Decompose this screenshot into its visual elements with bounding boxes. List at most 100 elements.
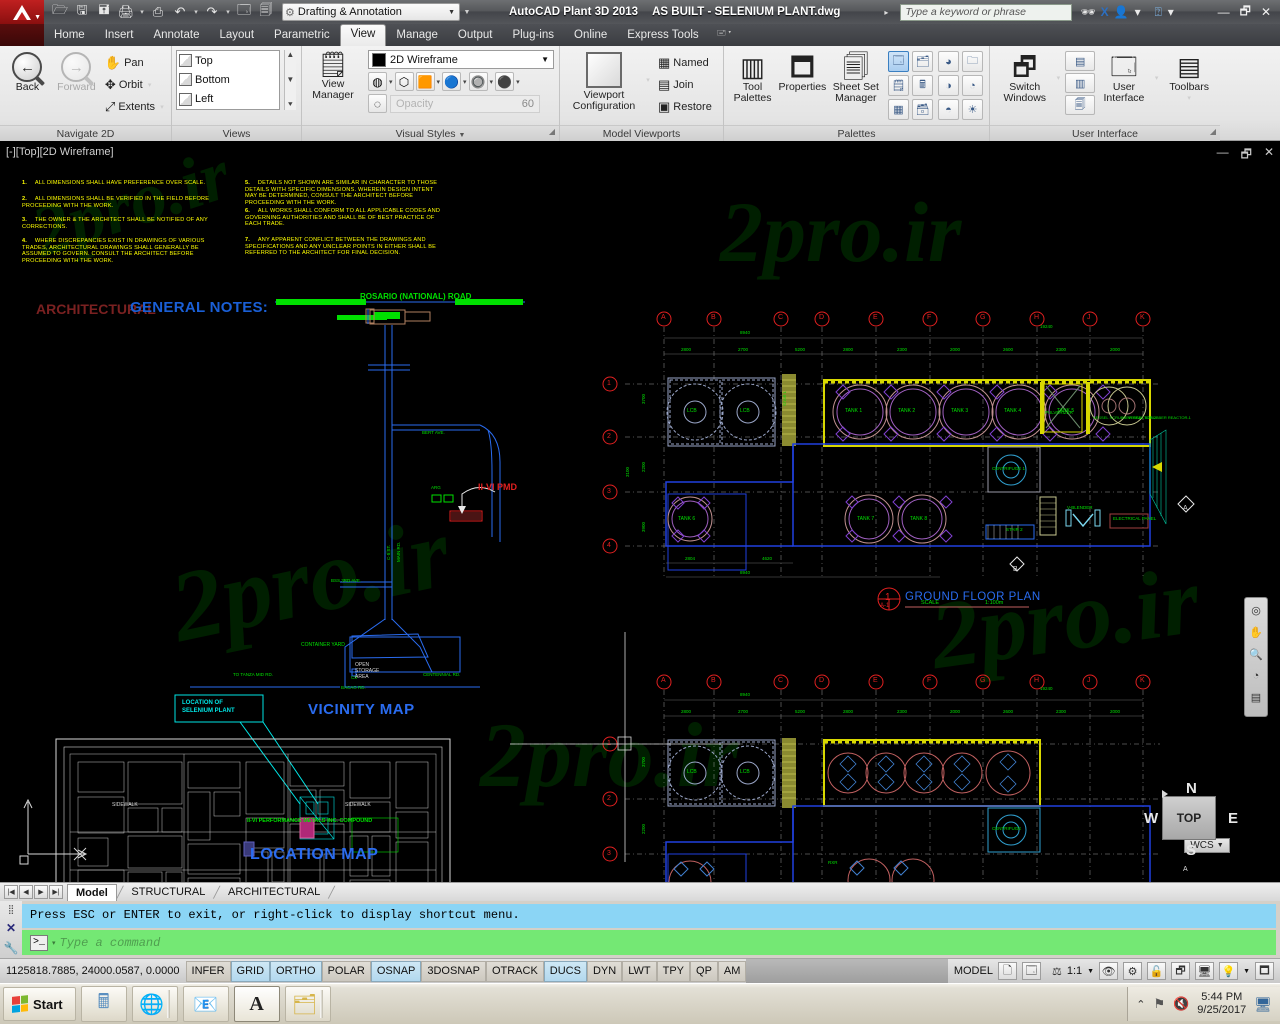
pan-icon[interactable]: ✋ [1249, 626, 1263, 639]
tab-manage[interactable]: Manage [386, 26, 448, 46]
dialog-launcher-icon[interactable]: ◢ [549, 124, 555, 140]
tile-horizontally-icon[interactable]: ▤ [1065, 51, 1095, 71]
chevron-down-icon[interactable]: ▼ [458, 132, 465, 139]
view-item-top[interactable]: Top [177, 51, 279, 70]
clean-screen-icon[interactable]: 💡 [1219, 962, 1238, 980]
toggle-osnap[interactable]: OSNAP [371, 961, 422, 982]
cascade-icon[interactable]: 🗐 [1065, 95, 1095, 115]
orbit-button[interactable]: ✥ Orbit ▾ [105, 74, 166, 95]
tool-palettes-button[interactable]: ▥ Tool Palettes [730, 50, 775, 104]
signin-icon[interactable]: 👤 [1114, 5, 1129, 19]
fullscreen-icon[interactable]: 🗖 [1255, 962, 1274, 980]
visual-style-dropdown[interactable]: 2D Wireframe ▼ [368, 50, 554, 69]
annotation-scale-value[interactable]: 1:1 [1067, 965, 1082, 977]
exchange-icon[interactable]: X [1101, 5, 1109, 19]
taskbar-item-google-chrome[interactable]: 🌐 [132, 986, 178, 1022]
views-scrollbar[interactable]: ▲ ▼ ⯆ [284, 50, 296, 110]
toggle-infer[interactable]: INFER [186, 961, 231, 982]
named-views-list[interactable]: Top Bottom Left [176, 50, 280, 110]
materials-browser-icon[interactable]: ◕ [938, 51, 959, 72]
batch-plot-icon[interactable]: 🗔 [234, 2, 254, 22]
facet-color-icon[interactable]: 🟧 [416, 72, 435, 91]
layout-tab-architectural[interactable]: ARCHITECTURAL [220, 884, 328, 900]
drawing-canvas[interactable]: 2pro.ir 2pro.ir 2pro.ir 2pro.ir 2pro.ir … [0, 142, 1280, 882]
chevron-down-icon[interactable]: ▾ [138, 8, 146, 16]
scroll-end-icon[interactable]: ⯆ [287, 100, 293, 110]
show-hidden-icons-icon[interactable]: ⌃ [1136, 998, 1145, 1011]
layout-tab-model[interactable]: Model [67, 884, 117, 901]
tab-insert[interactable]: Insert [95, 26, 144, 46]
command-input[interactable]: Type a command [60, 936, 161, 950]
search-input[interactable]: Type a keyword or phrase [900, 4, 1072, 21]
advanced-render-icon[interactable]: ◔ [962, 75, 983, 96]
taskbar-item-calculator[interactable]: 🖩 [81, 986, 127, 1022]
extents-button[interactable]: ⤢ Extents ▾ [105, 96, 166, 117]
save-as-icon[interactable]: 🖬 [94, 2, 114, 22]
volume-muted-icon[interactable]: 🔇 [1173, 996, 1189, 1012]
last-layout-icon[interactable]: ▶| [49, 885, 63, 899]
lock-toolbars-icon[interactable]: 🔓 [1147, 962, 1166, 980]
join-viewports-button[interactable]: ▤ Join [658, 74, 712, 95]
save-icon[interactable]: 🖫 [72, 2, 92, 22]
quick-view-layouts-icon[interactable]: 🗋 [998, 962, 1017, 980]
document-dropdown-icon[interactable]: ▸ [884, 8, 888, 17]
chevron-down-icon[interactable]: ▾ [1167, 5, 1175, 19]
chevron-down-icon[interactable]: ▾ [490, 78, 494, 86]
undo-icon[interactable]: ↶ [170, 2, 190, 22]
next-layout-icon[interactable]: ▶ [34, 885, 48, 899]
model-space-button[interactable]: MODEL [954, 965, 993, 977]
hardware-acceleration-icon[interactable]: 🖥 [1195, 962, 1214, 980]
chevron-down-icon[interactable]: ▾ [437, 78, 441, 86]
chevron-down-icon[interactable]: ▾ [52, 939, 56, 947]
view-item-left[interactable]: Left [177, 90, 279, 109]
steering-wheel-icon[interactable]: ◎ [1251, 604, 1261, 617]
chevron-down-icon[interactable]: ▾ [389, 78, 393, 86]
chevron-down-icon[interactable]: ▾ [1134, 5, 1142, 19]
chevron-down-icon[interactable]: ▾ [158, 103, 166, 111]
action-center-flag-icon[interactable]: ⚑ [1153, 996, 1165, 1012]
chevron-down-icon[interactable]: ▾ [1153, 74, 1161, 82]
zoom-icon[interactable]: 🔍 [1249, 648, 1263, 661]
scroll-down-icon[interactable]: ▼ [286, 75, 294, 84]
chevron-down-icon[interactable]: ▼ [1087, 968, 1094, 975]
tab-online[interactable]: Online [564, 26, 617, 46]
materials-editor-icon[interactable]: ◑ [938, 75, 959, 96]
toggle-polar[interactable]: POLAR [322, 961, 371, 982]
previous-layout-icon[interactable]: ◀ [19, 885, 33, 899]
switch-windows-button[interactable]: 🗗 Switch Windows [998, 50, 1052, 104]
chevron-down-icon[interactable]: ▼ [541, 55, 549, 64]
external-references-icon[interactable]: 🗂 [912, 51, 933, 72]
tab-express-tools[interactable]: Express Tools [617, 26, 708, 46]
toggle-ducs[interactable]: DUCS [544, 961, 587, 982]
back-button[interactable]: ← Back [5, 50, 50, 93]
coordinates-display[interactable]: 1125818.7885, 24000.0587, 0.0000 [0, 965, 186, 977]
publish-icon[interactable]: 🗐 [256, 2, 276, 22]
conceptual-style-icon[interactable]: ⬡ [395, 72, 414, 91]
plot-icon[interactable]: 🖨 [116, 2, 136, 22]
sun-properties-icon[interactable]: ☀ [962, 99, 983, 120]
scroll-up-icon[interactable]: ▲ [286, 50, 294, 59]
data-links-icon[interactable]: ▦ [888, 99, 909, 120]
properties-button[interactable]: 🗖 Properties [777, 50, 828, 93]
tile-vertically-icon[interactable]: ▥ [1065, 73, 1095, 93]
view-cube[interactable]: TOP N E S W [1148, 782, 1238, 872]
annotation-visibility-icon[interactable]: 👁 [1099, 962, 1118, 980]
toggle-tpy[interactable]: TPY [657, 961, 690, 982]
command-line-handle[interactable]: ⣿ ✕ 🔧 [0, 901, 22, 958]
tab-parametric[interactable]: Parametric [264, 26, 340, 46]
taskbar-clock[interactable]: 5:44 PM 9/25/2017 [1197, 991, 1246, 1017]
open-icon[interactable]: 🗁 [50, 2, 70, 22]
command-prompt-icon[interactable]: >_ [30, 935, 48, 951]
chevron-down-icon[interactable]: ▾ [516, 78, 520, 86]
toggle-lwt[interactable]: LWT [622, 961, 656, 982]
toggle-am[interactable]: AM [718, 961, 747, 982]
visual-styles-palette-icon[interactable]: 🗀 [962, 51, 983, 72]
xray-mode-icon[interactable]: ◌ [368, 94, 387, 113]
showmotion-icon[interactable]: ▤ [1251, 691, 1261, 704]
chevron-down-icon[interactable]: ▾ [192, 8, 200, 16]
isolate-objects-icon[interactable]: 🗗 [1171, 962, 1190, 980]
restore-icon[interactable]: 🗗 [1240, 2, 1251, 23]
orbit-icon[interactable]: ◔ [1253, 670, 1260, 682]
chevron-down-icon[interactable]: ▼ [1243, 968, 1250, 975]
help-icon[interactable]: ⍰ [1155, 5, 1162, 20]
